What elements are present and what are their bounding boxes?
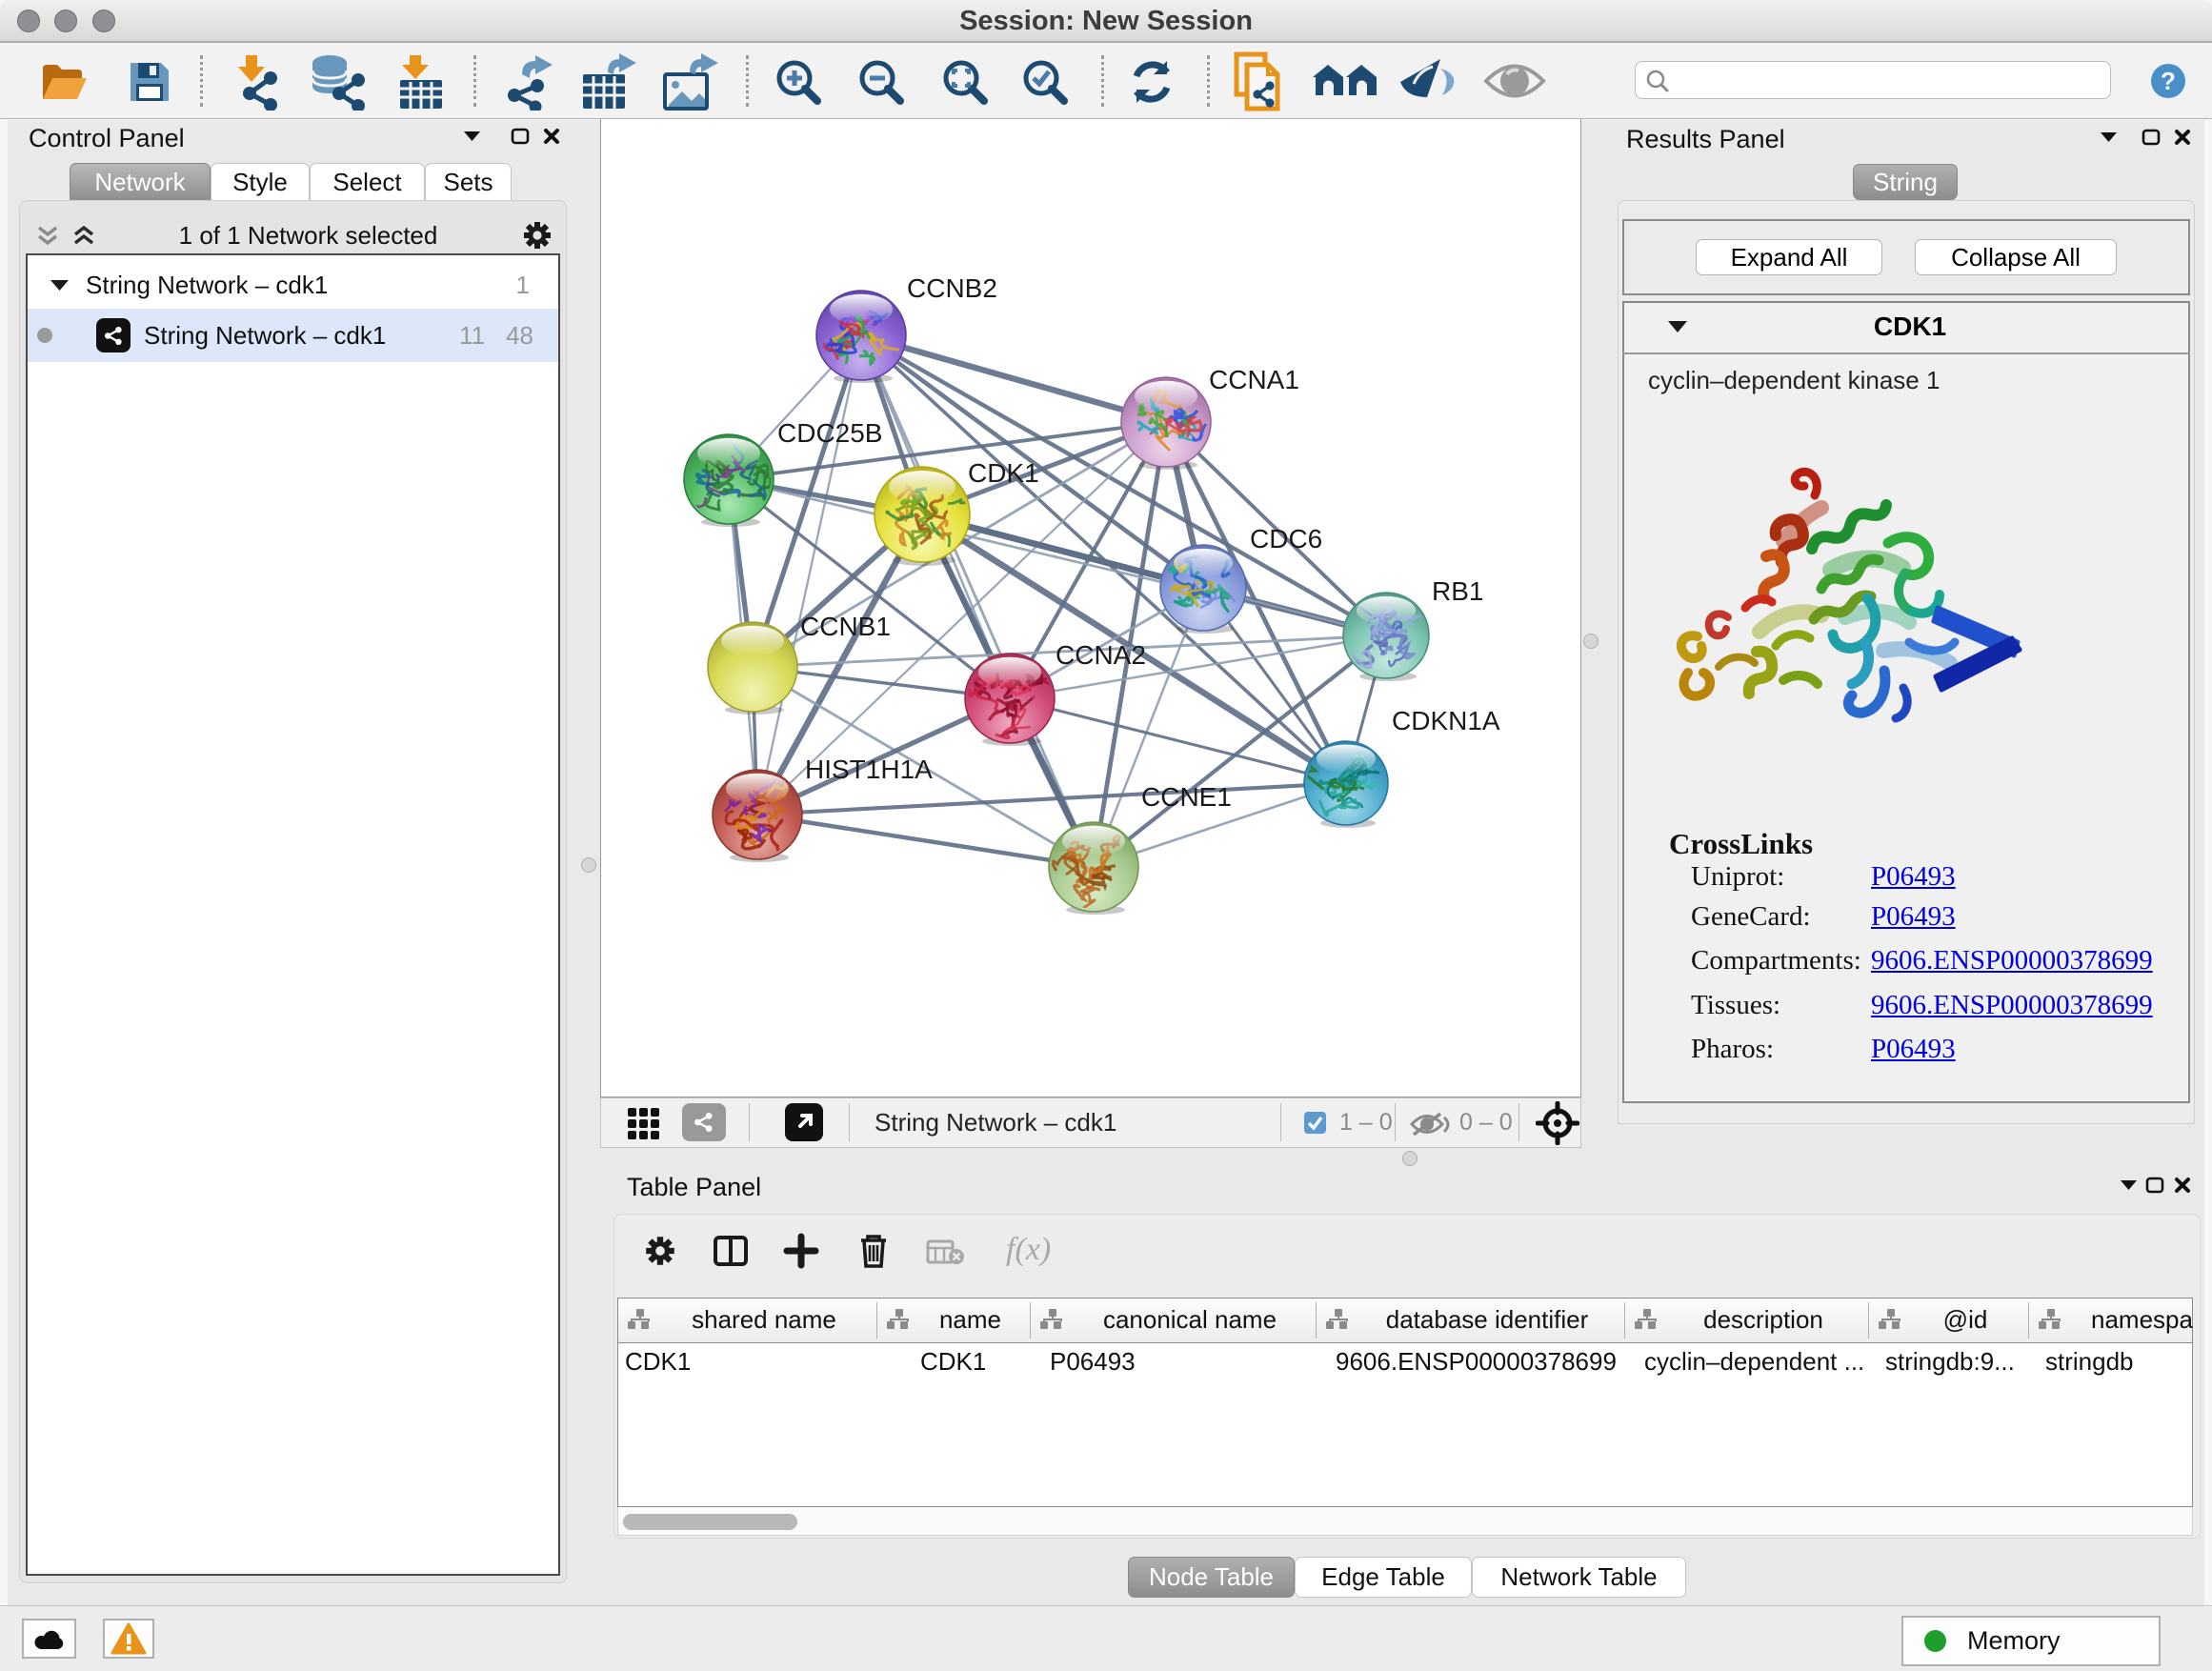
svg-text:CCNA1: CCNA1 xyxy=(1209,365,1299,394)
svg-text:CCNA2: CCNA2 xyxy=(1056,640,1146,670)
svg-text:CDKN1A: CDKN1A xyxy=(1392,706,1500,735)
svg-text:CDK1: CDK1 xyxy=(968,458,1039,488)
svg-text:CDC25B: CDC25B xyxy=(777,418,882,448)
svg-text:CCNB2: CCNB2 xyxy=(907,273,997,303)
svg-text:CCNB1: CCNB1 xyxy=(800,612,891,641)
svg-text:RB1: RB1 xyxy=(1432,576,1483,606)
svg-text:CCNE1: CCNE1 xyxy=(1141,782,1232,812)
svg-text:?: ? xyxy=(2161,67,2176,95)
svg-text:HIST1H1A: HIST1H1A xyxy=(805,755,933,784)
svg-text:CDC6: CDC6 xyxy=(1250,524,1322,554)
